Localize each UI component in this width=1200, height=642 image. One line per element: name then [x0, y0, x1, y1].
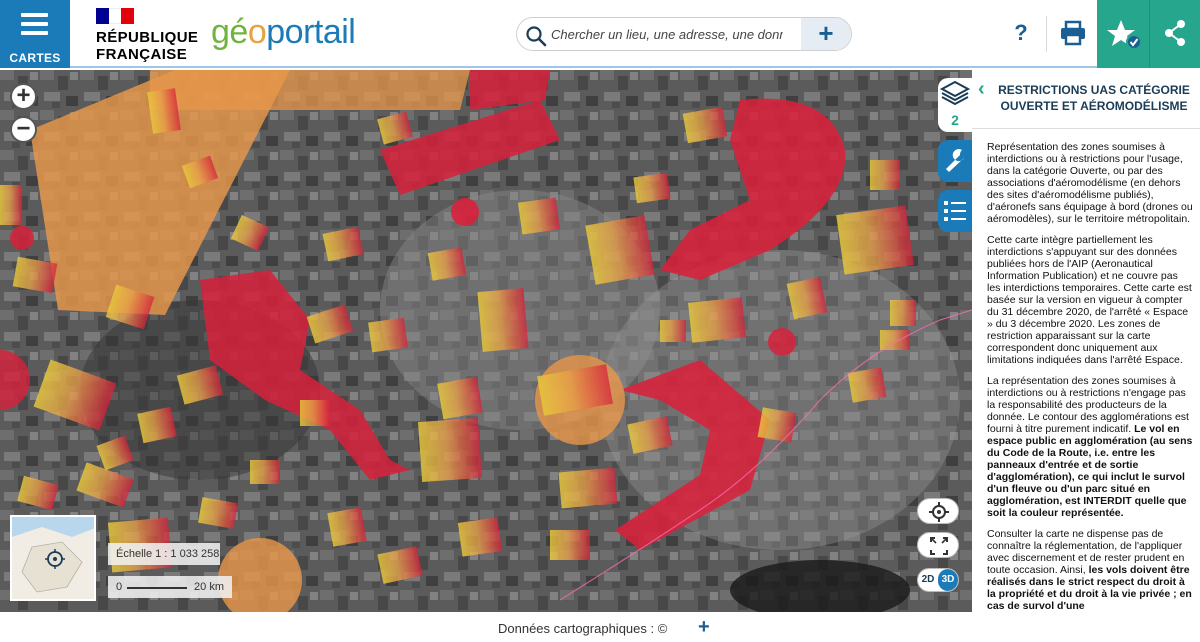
geoportail-logo[interactable]: géoportail [211, 13, 356, 51]
chevron-left-icon[interactable]: ‹ [978, 78, 985, 101]
geolocate-button[interactable] [917, 498, 959, 524]
search-bar: + [516, 17, 852, 51]
hamburger-icon [21, 13, 48, 40]
menu-label: CARTES [9, 51, 61, 65]
republique-francaise-logo[interactable]: RÉPUBLIQUE FRANÇAISE [96, 8, 198, 63]
wrench-icon [946, 149, 964, 172]
panel-description: Représentation des zones soumises à inte… [987, 141, 1194, 612]
zoom-out-button[interactable]: − [10, 116, 37, 143]
layer-info-panel: ‹ RESTRICTIONS UAS CATÉGORIE OUVERTE ET … [972, 70, 1200, 612]
fullscreen-icon [930, 537, 948, 555]
layers-count: 2 [951, 112, 959, 128]
agglomeration-warning: Le vol en espace public en agglomération… [987, 423, 1193, 519]
scale-start: 0 [116, 581, 123, 593]
panel-divider [972, 128, 1200, 129]
header-divider [1046, 16, 1047, 52]
description-paragraph-4: Consulter la carte ne dispense pas de co… [987, 528, 1194, 612]
search-input[interactable] [551, 23, 783, 45]
attribution-text: Données cartographiques : © [498, 621, 668, 636]
description-paragraph-1: Représentation des zones soumises à inte… [987, 141, 1193, 225]
scale-ratio: Échelle 1 : 1 033 258 [108, 543, 220, 565]
mode-3d-button[interactable]: 3D [938, 569, 958, 591]
favorites-button[interactable] [1097, 0, 1149, 68]
description-paragraph-3: La représentation des zones soumises à i… [987, 375, 1194, 519]
overview-minimap[interactable] [10, 515, 96, 601]
logo-part-o: o [247, 13, 267, 51]
francaise-text: FRANÇAISE [96, 46, 188, 63]
mode-2d-button[interactable]: 2D [918, 569, 938, 591]
marianne-flag-icon [96, 8, 135, 24]
layers-tab[interactable]: 2 [938, 78, 972, 132]
view-mode-toggle[interactable]: 2D 3D [917, 568, 959, 592]
attribution-expand-button[interactable]: + [698, 616, 710, 639]
help-button[interactable]: ? [1008, 20, 1034, 48]
scale-bar: 0 20 km [108, 576, 232, 598]
map-canvas [0, 70, 972, 612]
list-icon [944, 201, 966, 221]
scale-end: 20 km [194, 581, 224, 593]
advanced-search-button[interactable]: + [801, 18, 851, 50]
crosshair-icon [929, 502, 949, 522]
map-view[interactable]: + − 2 2D 3D Échelle 1: 1 033 258 0 20 k… [0, 70, 972, 612]
share-button[interactable] [1149, 0, 1200, 68]
minimap-canvas [12, 517, 94, 599]
scale-bar-line [127, 587, 187, 589]
header: CARTES RÉPUBLIQUE FRANÇAISE géoportail +… [0, 0, 1200, 68]
tools-tab[interactable] [938, 140, 972, 182]
share-icon [1165, 20, 1185, 46]
description-paragraph-2: Cette carte intègre partiellement les in… [987, 234, 1192, 366]
fullscreen-button[interactable] [917, 532, 959, 558]
zoom-in-button[interactable]: + [10, 83, 37, 110]
legend-tab[interactable] [938, 190, 972, 232]
panel-title: RESTRICTIONS UAS CATÉGORIE OUVERTE ET AÉ… [998, 83, 1190, 113]
logo-part-portail: portail [266, 13, 356, 51]
star-check-icon [1107, 20, 1142, 50]
republique-text: RÉPUBLIQUE [96, 29, 199, 46]
layers-icon [939, 80, 971, 106]
cartes-menu-button[interactable]: CARTES [0, 0, 70, 68]
logo-part-ge: gé [211, 13, 248, 51]
search-icon[interactable] [525, 25, 547, 47]
print-icon[interactable] [1058, 18, 1088, 48]
attribution-bar: Données cartographiques : © + [0, 612, 1200, 642]
